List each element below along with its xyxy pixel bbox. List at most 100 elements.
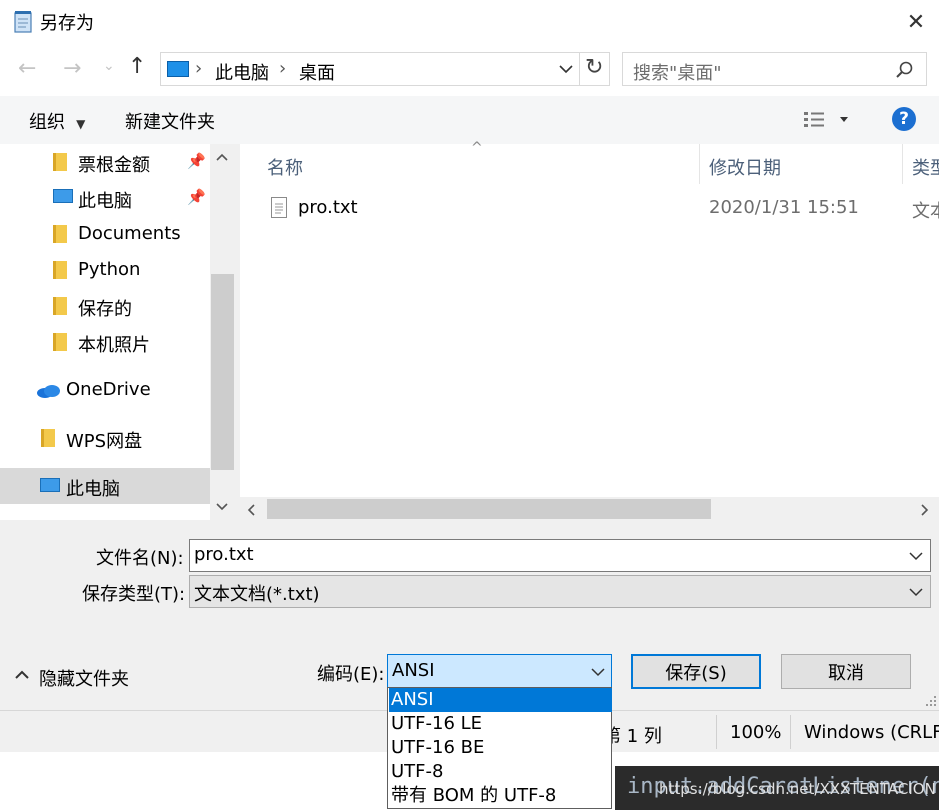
folder-icon (53, 153, 67, 171)
encoding-option-utf8-bom[interactable]: 带有 BOM 的 UTF-8 (389, 784, 612, 808)
filename-label: 文件名(N): (96, 548, 184, 569)
new-folder-button[interactable]: 新建文件夹 (125, 108, 215, 134)
address-divider (579, 53, 580, 85)
code-snippet-strip: input.addCaretListener(ne https://blog.c… (615, 766, 939, 810)
horizontal-scrollbar[interactable] (240, 497, 939, 521)
file-row[interactable]: pro.txt 2020/1/31 15:51 文本 (260, 192, 939, 226)
file-list: ^ 名称 修改日期 类型 pro.txt 2020/1/31 15:51 文本 (240, 140, 939, 520)
sidebar-item-label: 保存的 (78, 299, 132, 320)
folder-icon (53, 225, 67, 243)
search-box[interactable]: 搜索"桌面" (622, 52, 927, 86)
filename-field[interactable]: pro.txt (189, 539, 931, 572)
chevron-up-icon (15, 670, 29, 679)
scroll-down-icon (216, 503, 228, 511)
navigation-scrollbar[interactable] (210, 144, 235, 520)
encoding-option-utf8[interactable]: UTF-8 (389, 760, 612, 784)
encoding-option-utf16be[interactable]: UTF-16 BE (389, 736, 612, 760)
address-history-button[interactable] (555, 59, 577, 79)
sidebar-item-this-pc[interactable]: 此电脑 (0, 468, 210, 504)
up-icon[interactable]: ↑ (128, 54, 146, 79)
organize-label: 组织 (29, 112, 65, 133)
sidebar-item-this-pc-pinned[interactable]: 此电脑 📌 (0, 180, 210, 216)
save-as-dialog: 另存为 ✕ ← → ⌄ ↑ › 此电脑 › 桌面 ↻ 搜索"桌面" 组织 ▼ 新 (0, 0, 939, 710)
sidebar-item-label: Python (78, 259, 141, 280)
filetype-select[interactable]: 文本文档(*.txt) (189, 575, 931, 608)
path-segment-this-pc[interactable]: 此电脑 (215, 59, 269, 85)
organize-button[interactable]: 组织 ▼ (29, 108, 86, 133)
filetype-value: 文本文档(*.txt) (194, 584, 320, 605)
refresh-icon[interactable]: ↻ (585, 55, 603, 80)
encoding-option-ansi[interactable]: ANSI (389, 688, 612, 712)
navigation-pane: 票根金额 📌 此电脑 📌 Documents Python 保存的 本机照片 O… (0, 144, 210, 520)
scrollbar-thumb[interactable] (267, 499, 711, 519)
sidebar-item-python[interactable]: Python (0, 252, 210, 288)
column-header-type[interactable]: 类型 (912, 154, 939, 180)
path-segment-desktop[interactable]: 桌面 (299, 59, 335, 85)
scroll-up-icon (216, 153, 228, 161)
address-bar[interactable]: › 此电脑 › 桌面 ↻ (160, 52, 610, 86)
scroll-left-icon (247, 504, 255, 516)
search-input[interactable]: 搜索"桌面" (633, 59, 722, 85)
sidebar-item-label: 此电脑 (66, 479, 120, 500)
save-options-panel: 文件名(N): pro.txt 保存类型(T): 文本文档(*.txt) 隐藏文… (0, 521, 939, 710)
encoding-label: 编码(E): (317, 664, 385, 685)
encoding-dropdown-list: ANSI UTF-16 LE UTF-16 BE UTF-8 带有 BOM 的 … (387, 687, 612, 809)
search-icon[interactable] (895, 60, 915, 80)
encoding-option-utf16le[interactable]: UTF-16 LE (389, 712, 612, 736)
filename-input[interactable]: pro.txt (194, 544, 254, 565)
column-divider[interactable] (699, 144, 700, 184)
close-icon: ✕ (906, 9, 926, 35)
sort-ascending-icon: ^ (471, 140, 483, 156)
computer-icon (40, 478, 60, 492)
pin-icon: 📌 (187, 152, 206, 170)
chevron-down-icon (909, 588, 923, 597)
sidebar-item-onedrive[interactable]: OneDrive (0, 372, 210, 408)
sidebar-item-local-photos[interactable]: 本机照片 (0, 324, 210, 360)
path-separator: › (195, 58, 203, 79)
computer-icon (53, 189, 73, 203)
column-divider[interactable] (902, 144, 903, 184)
save-button[interactable]: 保存(S) (631, 654, 761, 689)
status-zoom: 100% (730, 722, 782, 743)
file-type: 文本 (912, 201, 939, 222)
view-options-button[interactable] (804, 108, 856, 132)
pin-icon: 📌 (187, 188, 206, 206)
sidebar-item-documents[interactable]: Documents (0, 216, 210, 252)
hide-folders-label: 隐藏文件夹 (39, 669, 129, 690)
sidebar-item-wps-cloud[interactable]: WPS网盘 (0, 420, 210, 456)
sidebar-item-label: 票根金额 (78, 155, 150, 176)
forward-icon[interactable]: → (63, 56, 81, 81)
text-file-icon (271, 197, 287, 218)
sidebar-item-label: 本机照片 (78, 335, 150, 356)
sidebar-item-saved[interactable]: 保存的 (0, 288, 210, 324)
sidebar-item-piaogen[interactable]: 票根金额 📌 (0, 144, 210, 180)
cancel-button[interactable]: 取消 (781, 654, 911, 689)
recent-locations-icon[interactable]: ⌄ (103, 58, 115, 74)
folder-icon (41, 429, 55, 447)
notepad-icon (12, 10, 34, 34)
back-icon[interactable]: ← (18, 56, 36, 81)
caret-down-icon: ▼ (76, 117, 86, 131)
scrollbar-thumb[interactable] (211, 274, 234, 470)
chevron-down-icon (909, 552, 923, 561)
path-separator: › (279, 58, 287, 79)
title-bar: 另存为 ✕ (0, 0, 939, 44)
scroll-right-icon (921, 504, 929, 516)
resize-grip-icon[interactable] (925, 695, 937, 707)
folder-icon (53, 297, 67, 315)
close-button[interactable]: ✕ (893, 0, 939, 44)
encoding-select[interactable]: ANSI (387, 654, 612, 688)
status-line-ending: Windows (CRLF) (804, 722, 939, 743)
chevron-down-icon (591, 668, 605, 677)
dialog-title: 另存为 (40, 13, 94, 34)
sidebar-item-label: WPS网盘 (66, 431, 143, 452)
command-bar: 组织 ▼ 新建文件夹 ? (0, 96, 939, 144)
help-icon[interactable]: ? (892, 107, 916, 131)
computer-icon (167, 61, 189, 77)
column-header-name[interactable]: 名称 (267, 154, 303, 180)
file-modified: 2020/1/31 15:51 (709, 197, 859, 218)
sidebar-item-label: Documents (78, 223, 181, 244)
column-header-modified[interactable]: 修改日期 (709, 154, 781, 180)
folder-icon (53, 333, 67, 351)
filetype-label: 保存类型(T): (82, 584, 186, 605)
